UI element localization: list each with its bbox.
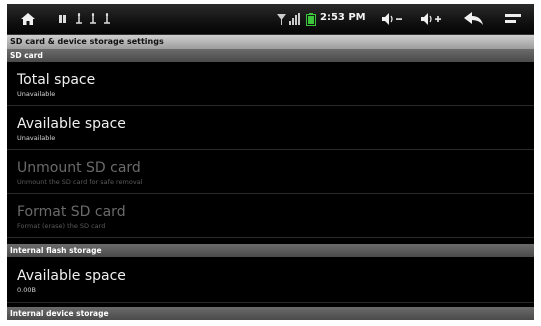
usb-icon	[101, 4, 113, 34]
menu-icon[interactable]	[502, 4, 524, 34]
status-bar: 2:53 PM	[7, 4, 534, 35]
item-title: Total space	[17, 72, 96, 88]
clock: 2:53 PM	[320, 12, 366, 23]
list-item-unmount-sd-card[interactable]: Unmount SD card Unmount the SD card for …	[7, 150, 534, 194]
item-subtitle: Format (erase) the SD card	[17, 222, 106, 230]
item-title: Available space	[17, 116, 126, 132]
device-frame: 2:53 PM SD card & device storage setting…	[0, 0, 541, 326]
battery-icon	[304, 4, 318, 34]
list-item-available-space[interactable]: Available space Unavailable	[7, 106, 534, 150]
signal-icon	[288, 4, 302, 34]
item-title: Available space	[17, 268, 126, 284]
back-icon[interactable]	[462, 4, 486, 34]
list-item-flash-available-space[interactable]: Available space 0.00B	[7, 257, 534, 303]
item-subtitle: Unmount the SD card for safe removal	[17, 178, 143, 186]
screen: 2:53 PM SD card & device storage setting…	[7, 4, 534, 320]
section-header-sd-card: SD card	[7, 49, 534, 62]
list-item-format-sd-card[interactable]: Format SD card Format (erase) the SD car…	[7, 194, 534, 238]
section-header-internal-device: Internal device storage	[7, 307, 534, 320]
item-subtitle: 0.00B	[17, 286, 36, 294]
item-title: Format SD card	[17, 204, 126, 220]
page-title: SD card & device storage settings	[7, 35, 534, 49]
notification-icon	[57, 4, 69, 34]
usb-icon	[73, 4, 85, 34]
item-subtitle: Unavailable	[17, 134, 56, 142]
item-subtitle: Unavailable	[17, 90, 56, 98]
usb-icon	[87, 4, 99, 34]
list-item-total-space[interactable]: Total space Unavailable	[7, 62, 534, 106]
item-title: Unmount SD card	[17, 160, 141, 176]
volume-down-icon[interactable]	[380, 4, 406, 34]
volume-up-icon[interactable]	[419, 4, 445, 34]
home-icon[interactable]	[17, 4, 39, 34]
section-header-internal-flash: Internal flash storage	[7, 244, 534, 257]
wifi-signal-icon	[275, 4, 287, 34]
